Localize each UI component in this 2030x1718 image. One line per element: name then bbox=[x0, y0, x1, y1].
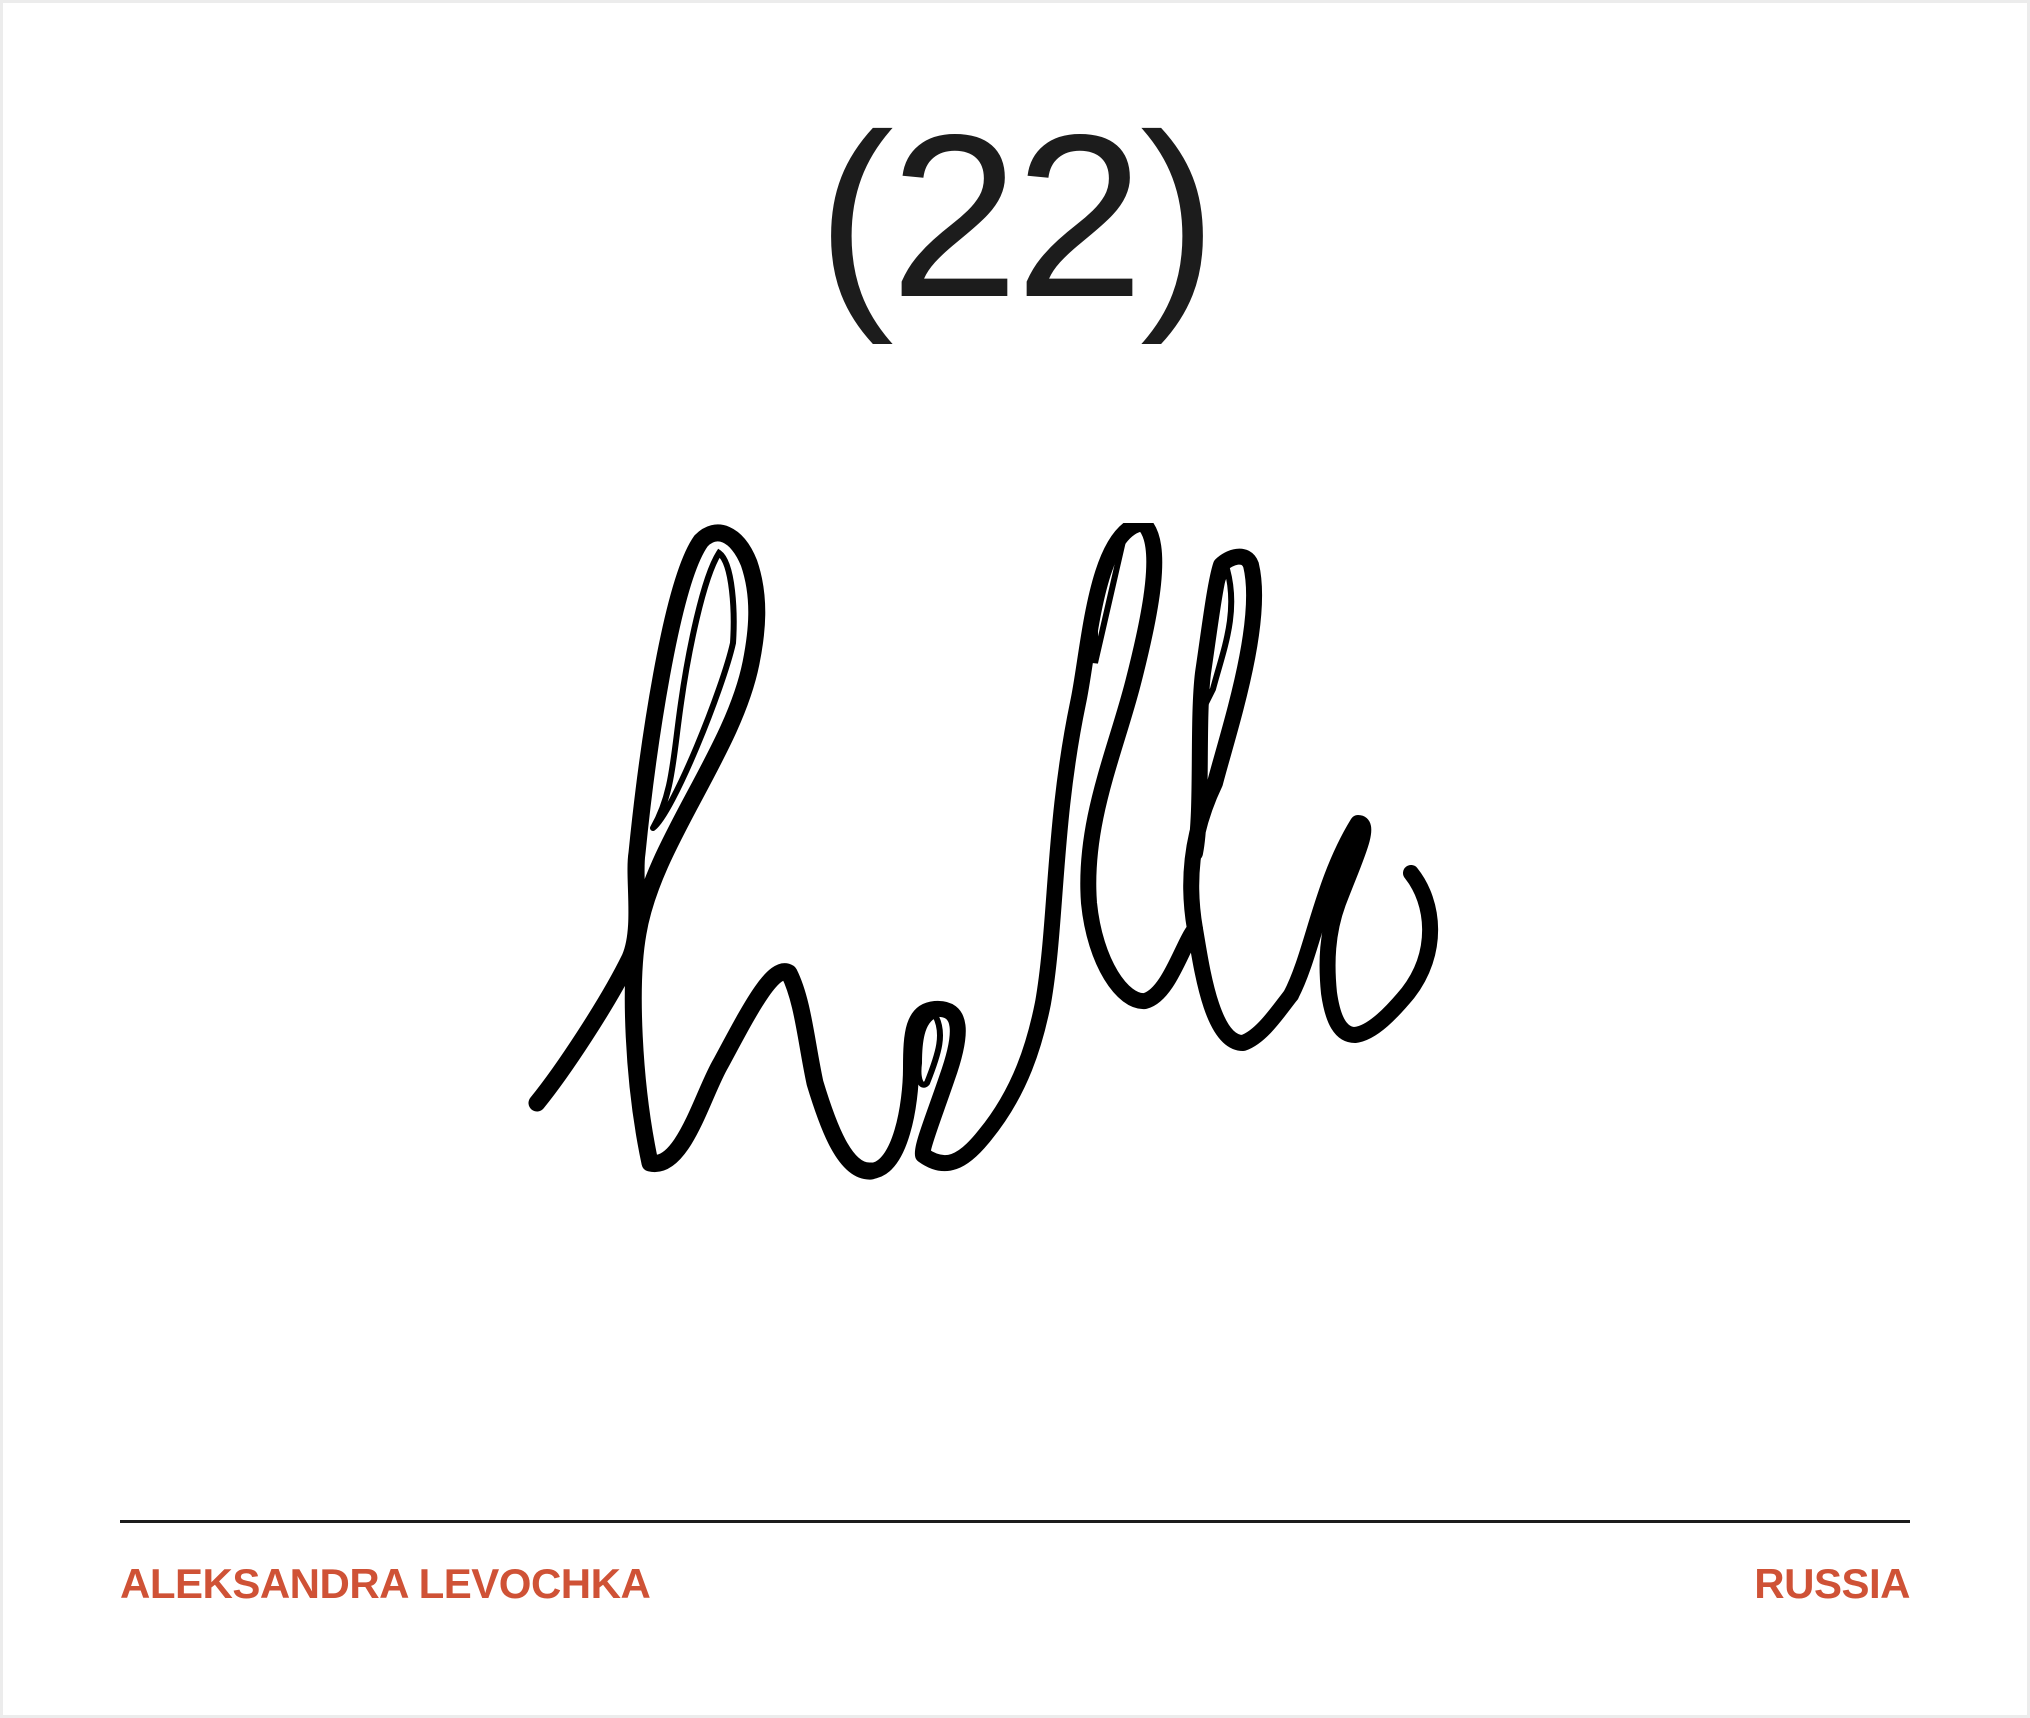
letter-l2-inner bbox=[1200, 566, 1235, 711]
hello-lettering bbox=[523, 523, 1483, 1223]
letter-l2-stroke bbox=[1183, 548, 1263, 937]
letter-h-stroke bbox=[528, 524, 880, 1180]
hello-lettering-svg bbox=[528, 523, 1439, 1180]
entry-number: (22) bbox=[816, 87, 1218, 346]
country-name: RUSSIA bbox=[1754, 1560, 1910, 1607]
hello-strokes bbox=[528, 523, 1439, 1180]
letter-l1-inner bbox=[1092, 534, 1128, 664]
author-name: ALEKSANDRA LEVOCHKA bbox=[120, 1560, 651, 1607]
letter-e-inner bbox=[915, 1011, 944, 1088]
letter-o-stroke bbox=[1283, 815, 1439, 1043]
poster-card: (22) ALEKSANDRA LEVOCHKA RUSSIA bbox=[3, 3, 2027, 1715]
footer-divider bbox=[120, 1520, 1910, 1523]
